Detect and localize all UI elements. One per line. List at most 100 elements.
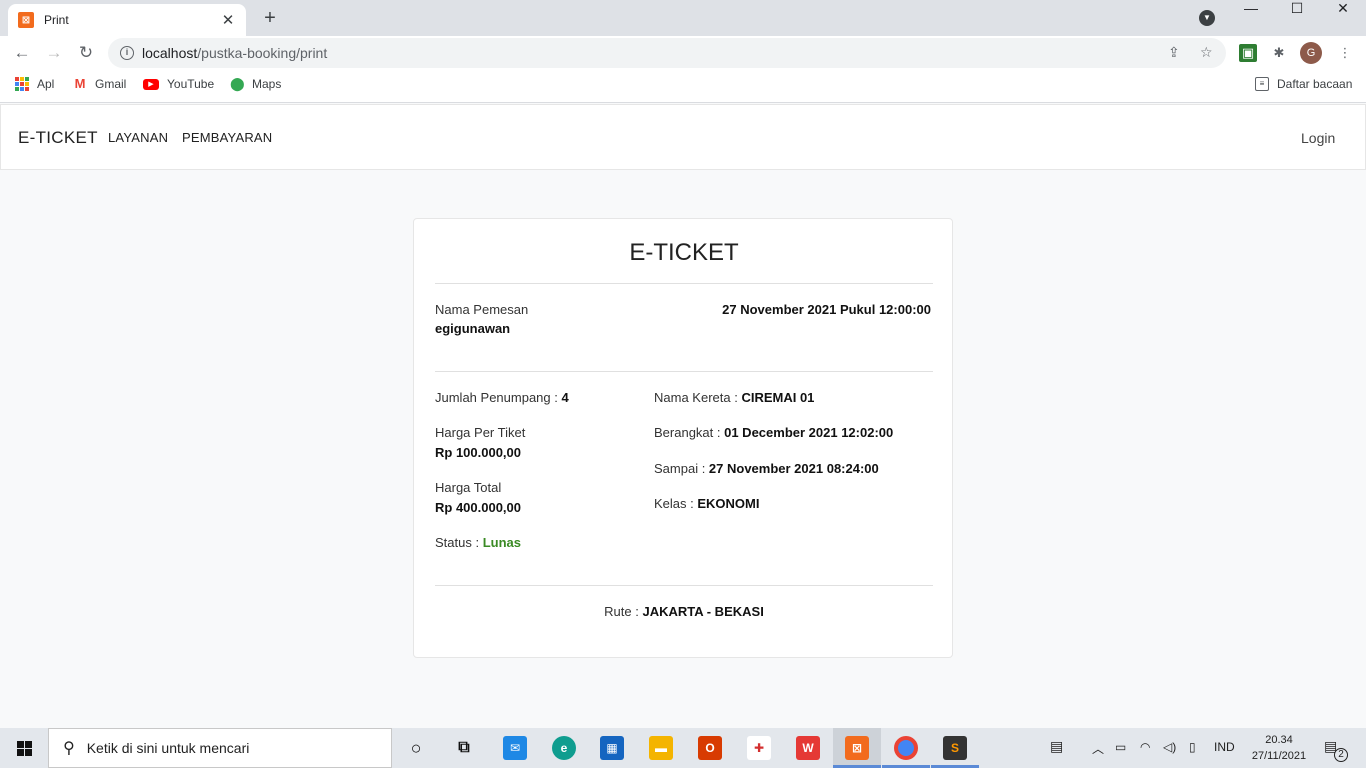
site-navbar: E-TICKET LAYANAN PEMBAYARAN Login (0, 104, 1366, 170)
forward-icon[interactable]: → (42, 41, 66, 65)
passengers-value: 4 (561, 390, 569, 405)
store-icon[interactable]: ▦ (600, 736, 624, 760)
depart-label: Berangkat : (654, 425, 725, 440)
arrive-label: Sampai : (654, 461, 709, 476)
wps-icon[interactable]: W (796, 736, 820, 760)
file-explorer-icon[interactable]: ▬ (649, 736, 673, 760)
ticket-card: E-TICKET Nama Pemesan egigunawan 27 Nove… (413, 218, 953, 658)
tab-title: Print (44, 13, 69, 27)
office-icon[interactable]: O (698, 736, 722, 760)
total-value: Rp 400.000,00 (435, 500, 522, 515)
news-widget-icon[interactable]: ▤ (1050, 738, 1063, 755)
tab-strip: ⊠ Print ✕ + ▼ — ☐ ✕ (0, 0, 1366, 36)
tab-search-icon[interactable]: ▼ (1199, 10, 1215, 26)
close-tab-icon[interactable]: ✕ (220, 11, 236, 29)
bookmark-label: Apl (37, 77, 55, 91)
arrive-row: Sampai : 27 November 2021 08:24:00 (654, 461, 879, 476)
cortana-icon[interactable]: ○ (404, 736, 428, 760)
nav-link-pembayaran[interactable]: PEMBAYARAN (182, 130, 272, 145)
browser-tab[interactable]: ⊠ Print ✕ (8, 4, 246, 36)
ticket-title: E-TICKET (629, 239, 739, 266)
total-label: Harga Total (435, 480, 502, 495)
train-row: Nama Kereta : CIREMAI 01 (654, 390, 814, 405)
bookmark-youtube[interactable]: ▶ YouTube (143, 77, 214, 91)
divider (435, 585, 933, 586)
status-badge: Lunas (482, 535, 521, 550)
customer-label: Nama Pemesan (435, 302, 529, 317)
chrome-icon[interactable] (894, 736, 918, 760)
notification-count: 2 (1334, 748, 1348, 762)
clock-time: 20.34 (1265, 734, 1293, 746)
passengers-label: Jumlah Penumpang : (435, 390, 562, 405)
maps-icon: ⬤ (230, 76, 245, 91)
battery-icon[interactable]: ▭ (1115, 740, 1126, 754)
depart-value: 01 December 2021 12:02:00 (724, 425, 894, 440)
xampp-taskbar-icon[interactable]: ⊠ (845, 736, 869, 760)
bookmark-label: Gmail (95, 77, 127, 91)
price-value: Rp 100.000,00 (435, 445, 522, 460)
arrive-value: 27 November 2021 08:24:00 (708, 461, 879, 476)
booking-datetime: 27 November 2021 Pukul 12:00:00 (722, 302, 931, 317)
windows-icon (16, 740, 32, 756)
share-icon[interactable]: ⇪ (1168, 44, 1180, 61)
gift-icon[interactable]: ✚ (747, 736, 771, 760)
page-content: E-TICKET LAYANAN PEMBAYARAN Login E-TICK… (0, 104, 1366, 728)
bookmark-gmail[interactable]: M Gmail (73, 76, 127, 92)
edge-icon[interactable]: e (552, 736, 576, 760)
search-icon: ⚲ (63, 740, 75, 757)
divider (435, 371, 933, 372)
site-info-icon[interactable]: i (120, 46, 134, 60)
search-placeholder: Ketik di sini untuk mencari (86, 740, 250, 756)
menu-kebab-icon[interactable]: ⋮ (1336, 44, 1354, 62)
login-link[interactable]: Login (1301, 130, 1335, 146)
route-label: Rute : (604, 604, 643, 619)
route-row: Rute : JAKARTA - BEKASI (414, 604, 954, 619)
taskbar-search[interactable]: ⚲ Ketik di sini untuk mencari (48, 728, 392, 768)
volume-icon[interactable]: ◁) (1163, 740, 1176, 754)
url-path: /pustka-booking/print (197, 45, 328, 61)
passengers-row: Jumlah Penumpang : 4 (435, 390, 569, 405)
maximize-icon[interactable]: ☐ (1274, 0, 1320, 30)
language-indicator[interactable]: IND (1214, 740, 1235, 754)
price-label: Harga Per Tiket (435, 425, 526, 440)
bookmark-star-icon[interactable]: ☆ (1200, 44, 1213, 61)
customer-name: egigunawan (435, 321, 511, 336)
class-row: Kelas : EKONOMI (654, 496, 759, 511)
bookmark-apps[interactable]: Apl (15, 77, 54, 91)
back-icon[interactable]: ← (10, 41, 34, 65)
train-label: Nama Kereta : (654, 390, 742, 405)
close-window-icon[interactable]: ✕ (1320, 0, 1366, 30)
brand-logo[interactable]: E-TICKET (18, 128, 98, 148)
gmail-icon: M (74, 76, 86, 91)
nav-link-layanan[interactable]: LAYANAN (108, 130, 168, 145)
task-view-icon[interactable]: ⧉ (452, 736, 476, 760)
extensions-puzzle-icon[interactable]: ✱ (1270, 44, 1288, 62)
class-value: EKONOMI (697, 496, 760, 511)
reading-list[interactable]: ≡ Daftar bacaan (1255, 77, 1352, 91)
class-label: Kelas : (654, 496, 698, 511)
meet-now-icon[interactable]: ▯ (1189, 740, 1196, 754)
wifi-icon[interactable]: ◠ (1140, 740, 1150, 754)
route-value: JAKARTA - BEKASI (642, 604, 764, 619)
youtube-icon: ▶ (143, 78, 159, 90)
browser-toolbar: ← → ↻ i localhost/pustka-booking/print ⇪… (0, 36, 1366, 70)
mail-icon[interactable]: ✉ (503, 736, 527, 760)
start-button[interactable] (0, 728, 48, 768)
address-bar[interactable]: i localhost/pustka-booking/print (108, 38, 1226, 68)
system-clock[interactable]: 20.34 27/11/2021 (1244, 732, 1314, 764)
bookmark-label: Maps (252, 77, 282, 91)
extension-icon[interactable]: ▣ (1239, 44, 1257, 62)
minimize-icon[interactable]: — (1228, 0, 1274, 30)
bookmarks-bar: Apl M Gmail ▶ YouTube ⬤ Maps ≡ Daftar ba… (0, 70, 1366, 103)
status-row: Status : Lunas (435, 535, 521, 550)
bookmark-maps[interactable]: ⬤ Maps (230, 76, 282, 92)
reload-icon[interactable]: ↻ (74, 41, 98, 65)
profile-avatar[interactable]: G (1300, 42, 1322, 64)
train-value: CIREMAI 01 (741, 390, 815, 405)
new-tab-button[interactable]: + (258, 6, 282, 30)
clock-date: 27/11/2021 (1251, 750, 1307, 762)
sublime-text-icon[interactable]: S (943, 736, 967, 760)
reading-list-label: Daftar bacaan (1277, 77, 1353, 91)
url-host: localhost (142, 45, 198, 61)
tray-chevron-icon[interactable]: ︿ (1092, 740, 1104, 757)
